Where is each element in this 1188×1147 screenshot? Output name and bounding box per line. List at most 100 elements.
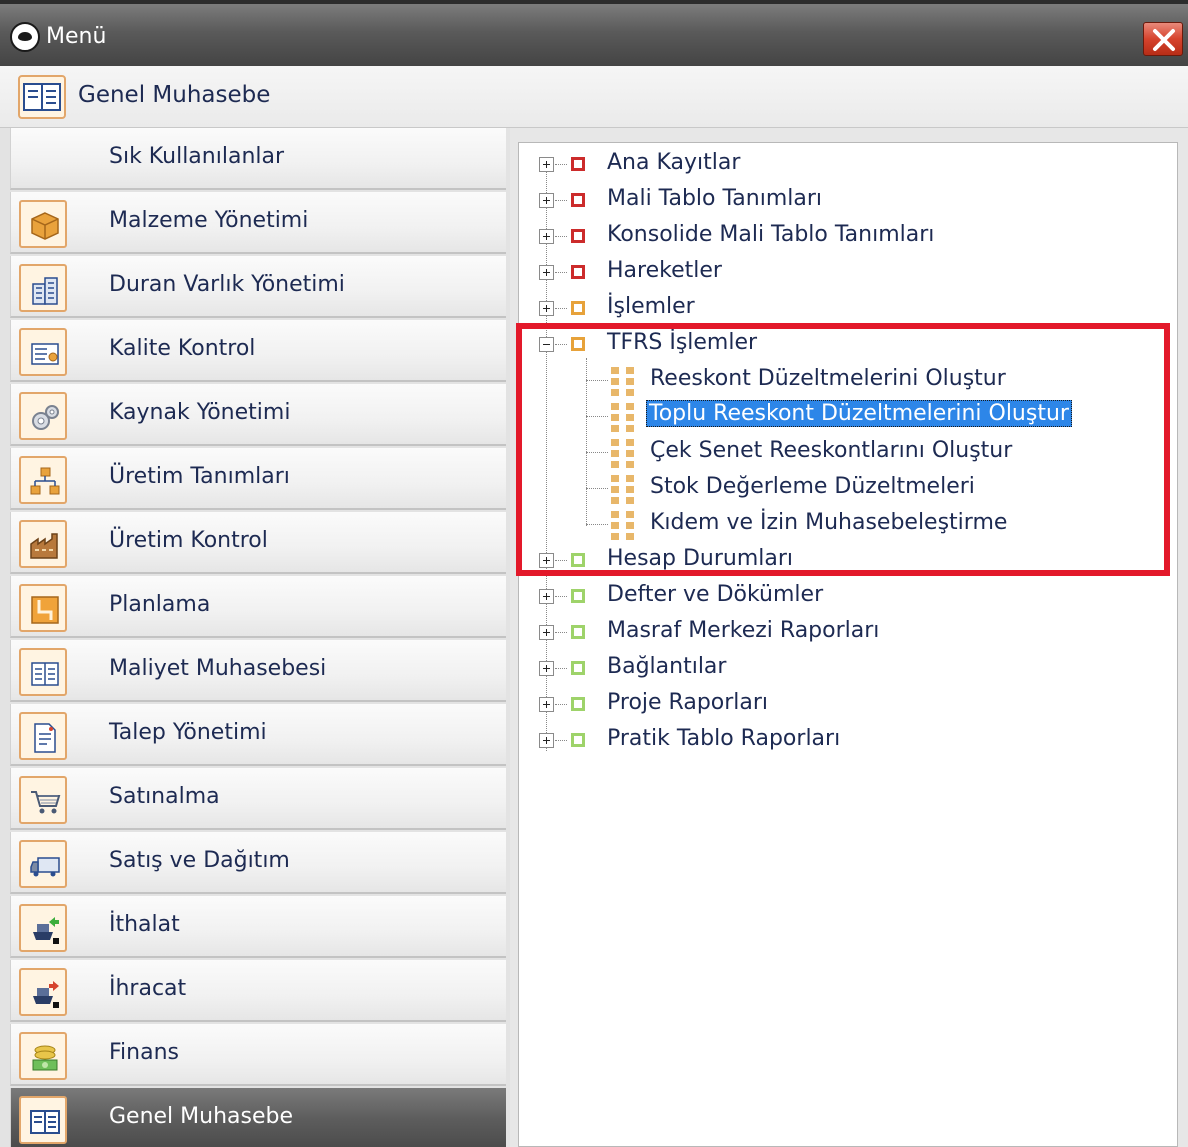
tree-node-label-selected: Toplu Reeskont Düzeltmelerini Oluştur	[646, 400, 1072, 427]
sidebar-item-label: Üretim Tanımları	[109, 464, 290, 489]
sidebar-item-label: Duran Varlık Yönetimi	[109, 272, 345, 297]
ledger-icon	[18, 75, 66, 123]
tree-node-label: Pratik Tablo Raporları	[607, 726, 841, 751]
truck-icon	[19, 840, 67, 888]
expand-icon[interactable]	[539, 193, 554, 208]
tree-leaf-cek-senet[interactable]: Çek Senet Reeskontlarını Oluştur	[519, 435, 1169, 469]
folder-orange-icon	[571, 301, 585, 315]
close-icon	[1153, 29, 1175, 51]
menu-item-icon	[611, 367, 635, 397]
tree-node-tfrs-islemler[interactable]: TFRS İşlemler	[519, 327, 1169, 361]
tree-node-islemler[interactable]: İşlemler	[519, 291, 1169, 325]
sidebar-item-quality-control[interactable]: Kalite Kontrol	[10, 320, 506, 382]
sidebar-item-cost-accounting[interactable]: Maliyet Muhasebesi	[10, 640, 506, 702]
tree-node-label: Ana Kayıtlar	[607, 150, 741, 175]
sidebar-item-label: Talep Yönetimi	[109, 720, 267, 745]
sidebar-item-export[interactable]: İhracat	[10, 960, 506, 1022]
tree-node-label: Kıdem ve İzin Muhasebeleştirme	[650, 510, 1008, 535]
sidebar-item-label: Maliyet Muhasebesi	[109, 656, 327, 681]
plan-icon	[19, 584, 67, 632]
folder-green-icon	[571, 733, 585, 747]
sidebar-item-label: Kaynak Yönetimi	[109, 400, 291, 425]
module-sidebar: Sık Kullanılanlar Malzeme Yönetimi Duran…	[0, 128, 510, 1147]
title-bar: Menü	[0, 0, 1188, 66]
tree-node-baglantilar[interactable]: Bağlantılar	[519, 651, 1169, 685]
expand-icon[interactable]	[539, 157, 554, 172]
tree-node-defter-dokumler[interactable]: Defter ve Dökümler	[519, 579, 1169, 613]
content-panel: Ana Kayıtlar Mali Tablo Tanımları Konsol…	[510, 128, 1188, 1147]
sidebar-item-favorites[interactable]: Sık Kullanılanlar	[10, 128, 506, 190]
folder-green-icon	[571, 553, 585, 567]
tree-node-mali-tablo[interactable]: Mali Tablo Tanımları	[519, 183, 1169, 217]
tree-node-label: Reeskont Düzeltmelerini Oluştur	[650, 366, 1006, 391]
expand-icon[interactable]	[539, 301, 554, 316]
tree-leaf-toplu-reeskont[interactable]: Toplu Reeskont Düzeltmelerini Oluştur	[519, 399, 1169, 433]
building-icon	[19, 264, 67, 312]
tree-node-konsolide[interactable]: Konsolide Mali Tablo Tanımları	[519, 219, 1169, 253]
close-button[interactable]	[1143, 22, 1183, 56]
module-title: Genel Muhasebe	[78, 82, 271, 108]
tree-node-ana-kayitlar[interactable]: Ana Kayıtlar	[519, 147, 1169, 181]
tree-node-label: Hareketler	[607, 258, 722, 283]
sidebar-item-import[interactable]: İthalat	[10, 896, 506, 958]
tree-node-proje-raporlari[interactable]: Proje Raporları	[519, 687, 1169, 721]
tree-node-masraf-merkezi[interactable]: Masraf Merkezi Raporları	[519, 615, 1169, 649]
factory-icon	[19, 520, 67, 568]
tree-node-label: TFRS İşlemler	[607, 330, 758, 355]
expand-icon[interactable]	[539, 589, 554, 604]
ship-export-icon	[19, 968, 67, 1016]
sidebar-item-label: Genel Muhasebe	[109, 1104, 294, 1129]
tree-node-hareketler[interactable]: Hareketler	[519, 255, 1169, 289]
expand-icon[interactable]	[539, 229, 554, 244]
tree-node-label: Hesap Durumları	[607, 546, 794, 571]
tree-node-label: Konsolide Mali Tablo Tanımları	[607, 222, 935, 247]
menu-item-icon	[611, 511, 635, 541]
ledger-icon	[19, 1096, 67, 1144]
tree-node-pratik-tablo[interactable]: Pratik Tablo Raporları	[519, 723, 1169, 757]
tree-node-hesap-durumlari[interactable]: Hesap Durumları	[519, 543, 1169, 577]
cart-icon	[19, 776, 67, 824]
module-header: Genel Muhasebe	[0, 66, 1188, 128]
menu-item-icon	[611, 403, 635, 433]
sidebar-item-planning[interactable]: Planlama	[10, 576, 506, 638]
tree-leaf-reeskont[interactable]: Reeskont Düzeltmelerini Oluştur	[519, 363, 1169, 397]
sidebar-item-label: Satınalma	[109, 784, 220, 809]
sidebar-item-label: Malzeme Yönetimi	[109, 208, 309, 233]
menu-tree: Ana Kayıtlar Mali Tablo Tanımları Konsol…	[518, 142, 1178, 1147]
sidebar-item-label: Finans	[109, 1040, 179, 1065]
collapse-icon[interactable]	[539, 337, 554, 352]
sidebar-item-demand-management[interactable]: Talep Yönetimi	[10, 704, 506, 766]
expand-icon[interactable]	[539, 733, 554, 748]
expand-icon[interactable]	[539, 625, 554, 640]
gears-icon	[19, 392, 67, 440]
tree-node-label: Defter ve Dökümler	[607, 582, 824, 607]
sidebar-item-label: İhracat	[109, 976, 187, 1001]
sidebar-item-purchasing[interactable]: Satınalma	[10, 768, 506, 830]
quality-icon	[19, 328, 67, 376]
tree-leaf-kidem-izin[interactable]: Kıdem ve İzin Muhasebeleştirme	[519, 507, 1169, 541]
sidebar-item-resource-management[interactable]: Kaynak Yönetimi	[10, 384, 506, 446]
money-icon	[19, 1032, 67, 1080]
sidebar-item-label: Kalite Kontrol	[109, 336, 256, 361]
folder-green-icon	[571, 697, 585, 711]
sidebar-item-general-accounting[interactable]: Genel Muhasebe	[10, 1088, 506, 1147]
tree-node-label: Mali Tablo Tanımları	[607, 186, 823, 211]
menu-item-icon	[611, 439, 635, 469]
sidebar-item-label: Üretim Kontrol	[109, 528, 268, 553]
document-icon	[19, 712, 67, 760]
sidebar-item-production-definitions[interactable]: Üretim Tanımları	[10, 448, 506, 510]
app-logo-icon	[10, 22, 40, 52]
expand-icon[interactable]	[539, 265, 554, 280]
sidebar-item-finance[interactable]: Finans	[10, 1024, 506, 1086]
sidebar-item-fixed-assets[interactable]: Duran Varlık Yönetimi	[10, 256, 506, 318]
folder-green-icon	[571, 661, 585, 675]
sidebar-item-material-management[interactable]: Malzeme Yönetimi	[10, 192, 506, 254]
expand-icon[interactable]	[539, 661, 554, 676]
sidebar-item-production-control[interactable]: Üretim Kontrol	[10, 512, 506, 574]
tree-leaf-stok-degerleme[interactable]: Stok Değerleme Düzeltmeleri	[519, 471, 1169, 505]
folder-green-icon	[571, 589, 585, 603]
sidebar-item-sales-distribution[interactable]: Satış ve Dağıtım	[10, 832, 506, 894]
expand-icon[interactable]	[539, 553, 554, 568]
expand-icon[interactable]	[539, 697, 554, 712]
box-icon	[19, 200, 67, 248]
